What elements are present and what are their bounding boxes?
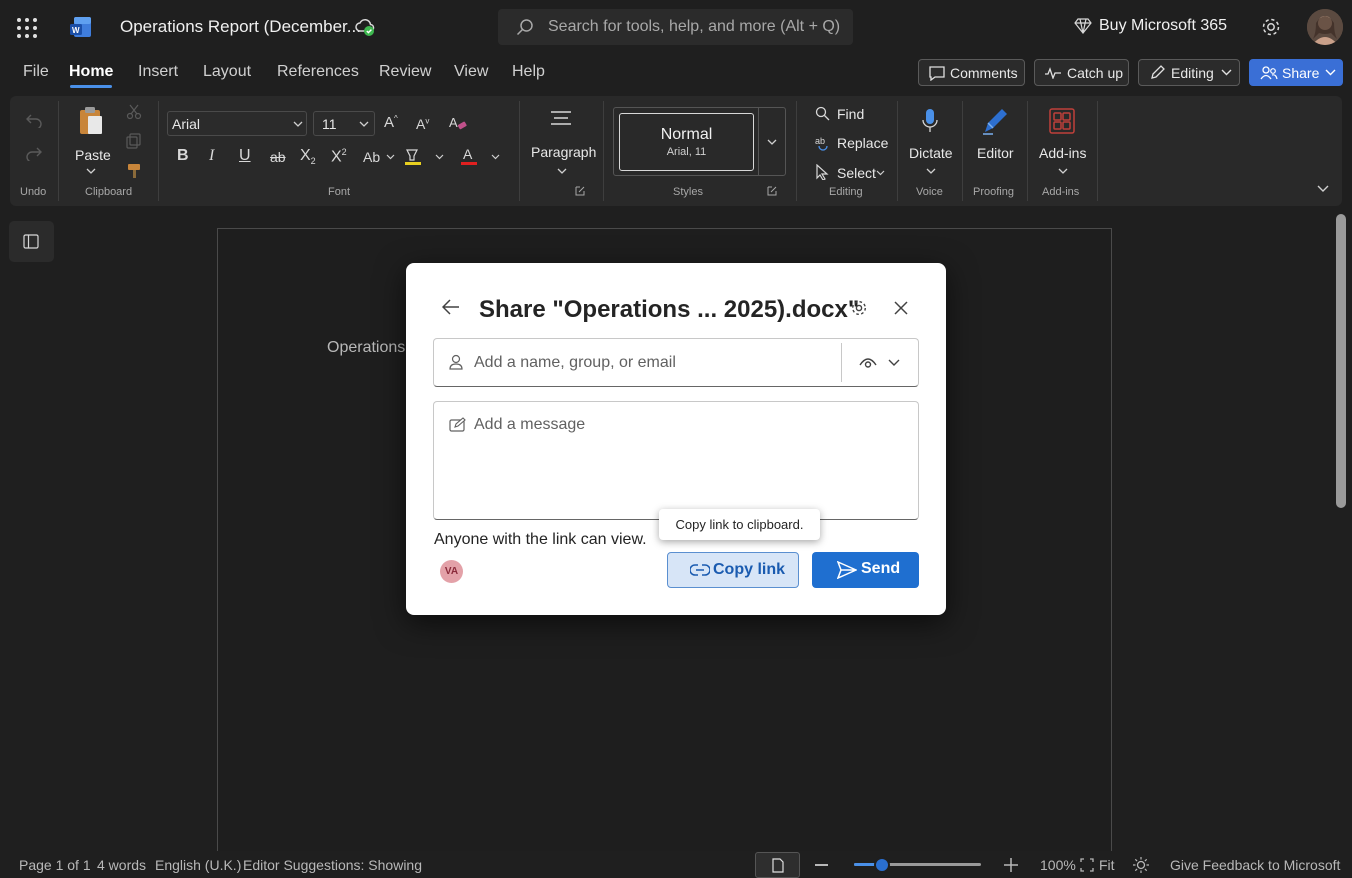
zoom-in-icon[interactable] xyxy=(1004,858,1018,872)
recipient-input[interactable]: Add a name, group, or email xyxy=(433,338,919,387)
back-arrow-icon[interactable] xyxy=(442,299,460,315)
close-icon[interactable] xyxy=(894,301,908,315)
link-permission-text[interactable]: Anyone with the link can view. xyxy=(434,531,647,549)
page-view-icon xyxy=(772,858,784,873)
recipient-placeholder: Add a name, group, or email xyxy=(474,354,676,371)
share-dialog-title: Share "Operations ... 2025).docx" xyxy=(479,296,860,323)
brightness-icon[interactable] xyxy=(1133,857,1149,873)
send-label: Send xyxy=(861,560,901,577)
copy-link-button[interactable]: Copy link xyxy=(667,552,799,588)
zoom-out-icon[interactable] xyxy=(815,864,828,866)
zoom-level[interactable]: 100% xyxy=(1040,857,1076,873)
print-layout-button[interactable] xyxy=(755,852,800,878)
message-edit-icon xyxy=(449,417,466,432)
send-icon xyxy=(837,561,857,579)
modal-overlay: Share "Operations ... 2025).docx" Add a … xyxy=(0,0,1352,878)
eye-icon[interactable] xyxy=(859,357,877,369)
feedback-link[interactable]: Give Feedback to Microsoft xyxy=(1170,857,1340,873)
share-dialog: Share "Operations ... 2025).docx" Add a … xyxy=(406,263,946,615)
message-input[interactable]: Add a message xyxy=(433,401,919,520)
fit-icon[interactable] xyxy=(1080,858,1094,872)
fit-button[interactable]: Fit xyxy=(1099,857,1115,873)
share-settings-gear-icon[interactable] xyxy=(850,299,868,317)
language-status[interactable]: English (U.K.) xyxy=(155,857,241,873)
zoom-slider-thumb[interactable] xyxy=(874,857,890,873)
copy-link-label: Copy link xyxy=(713,561,786,578)
send-button[interactable]: Send xyxy=(812,552,919,588)
editor-suggestions-status[interactable]: Editor Suggestions: Showing xyxy=(243,857,422,873)
message-placeholder: Add a message xyxy=(474,416,586,433)
permission-chevron-icon[interactable] xyxy=(888,359,900,367)
shared-user-avatar[interactable]: VA xyxy=(440,560,463,583)
copy-link-tooltip: Copy link to clipboard. xyxy=(659,509,820,540)
word-count[interactable]: 4 words xyxy=(97,857,146,873)
page-count[interactable]: Page 1 of 1 xyxy=(19,857,91,873)
input-divider xyxy=(841,343,842,382)
link-icon xyxy=(690,564,710,576)
person-icon xyxy=(449,354,463,370)
